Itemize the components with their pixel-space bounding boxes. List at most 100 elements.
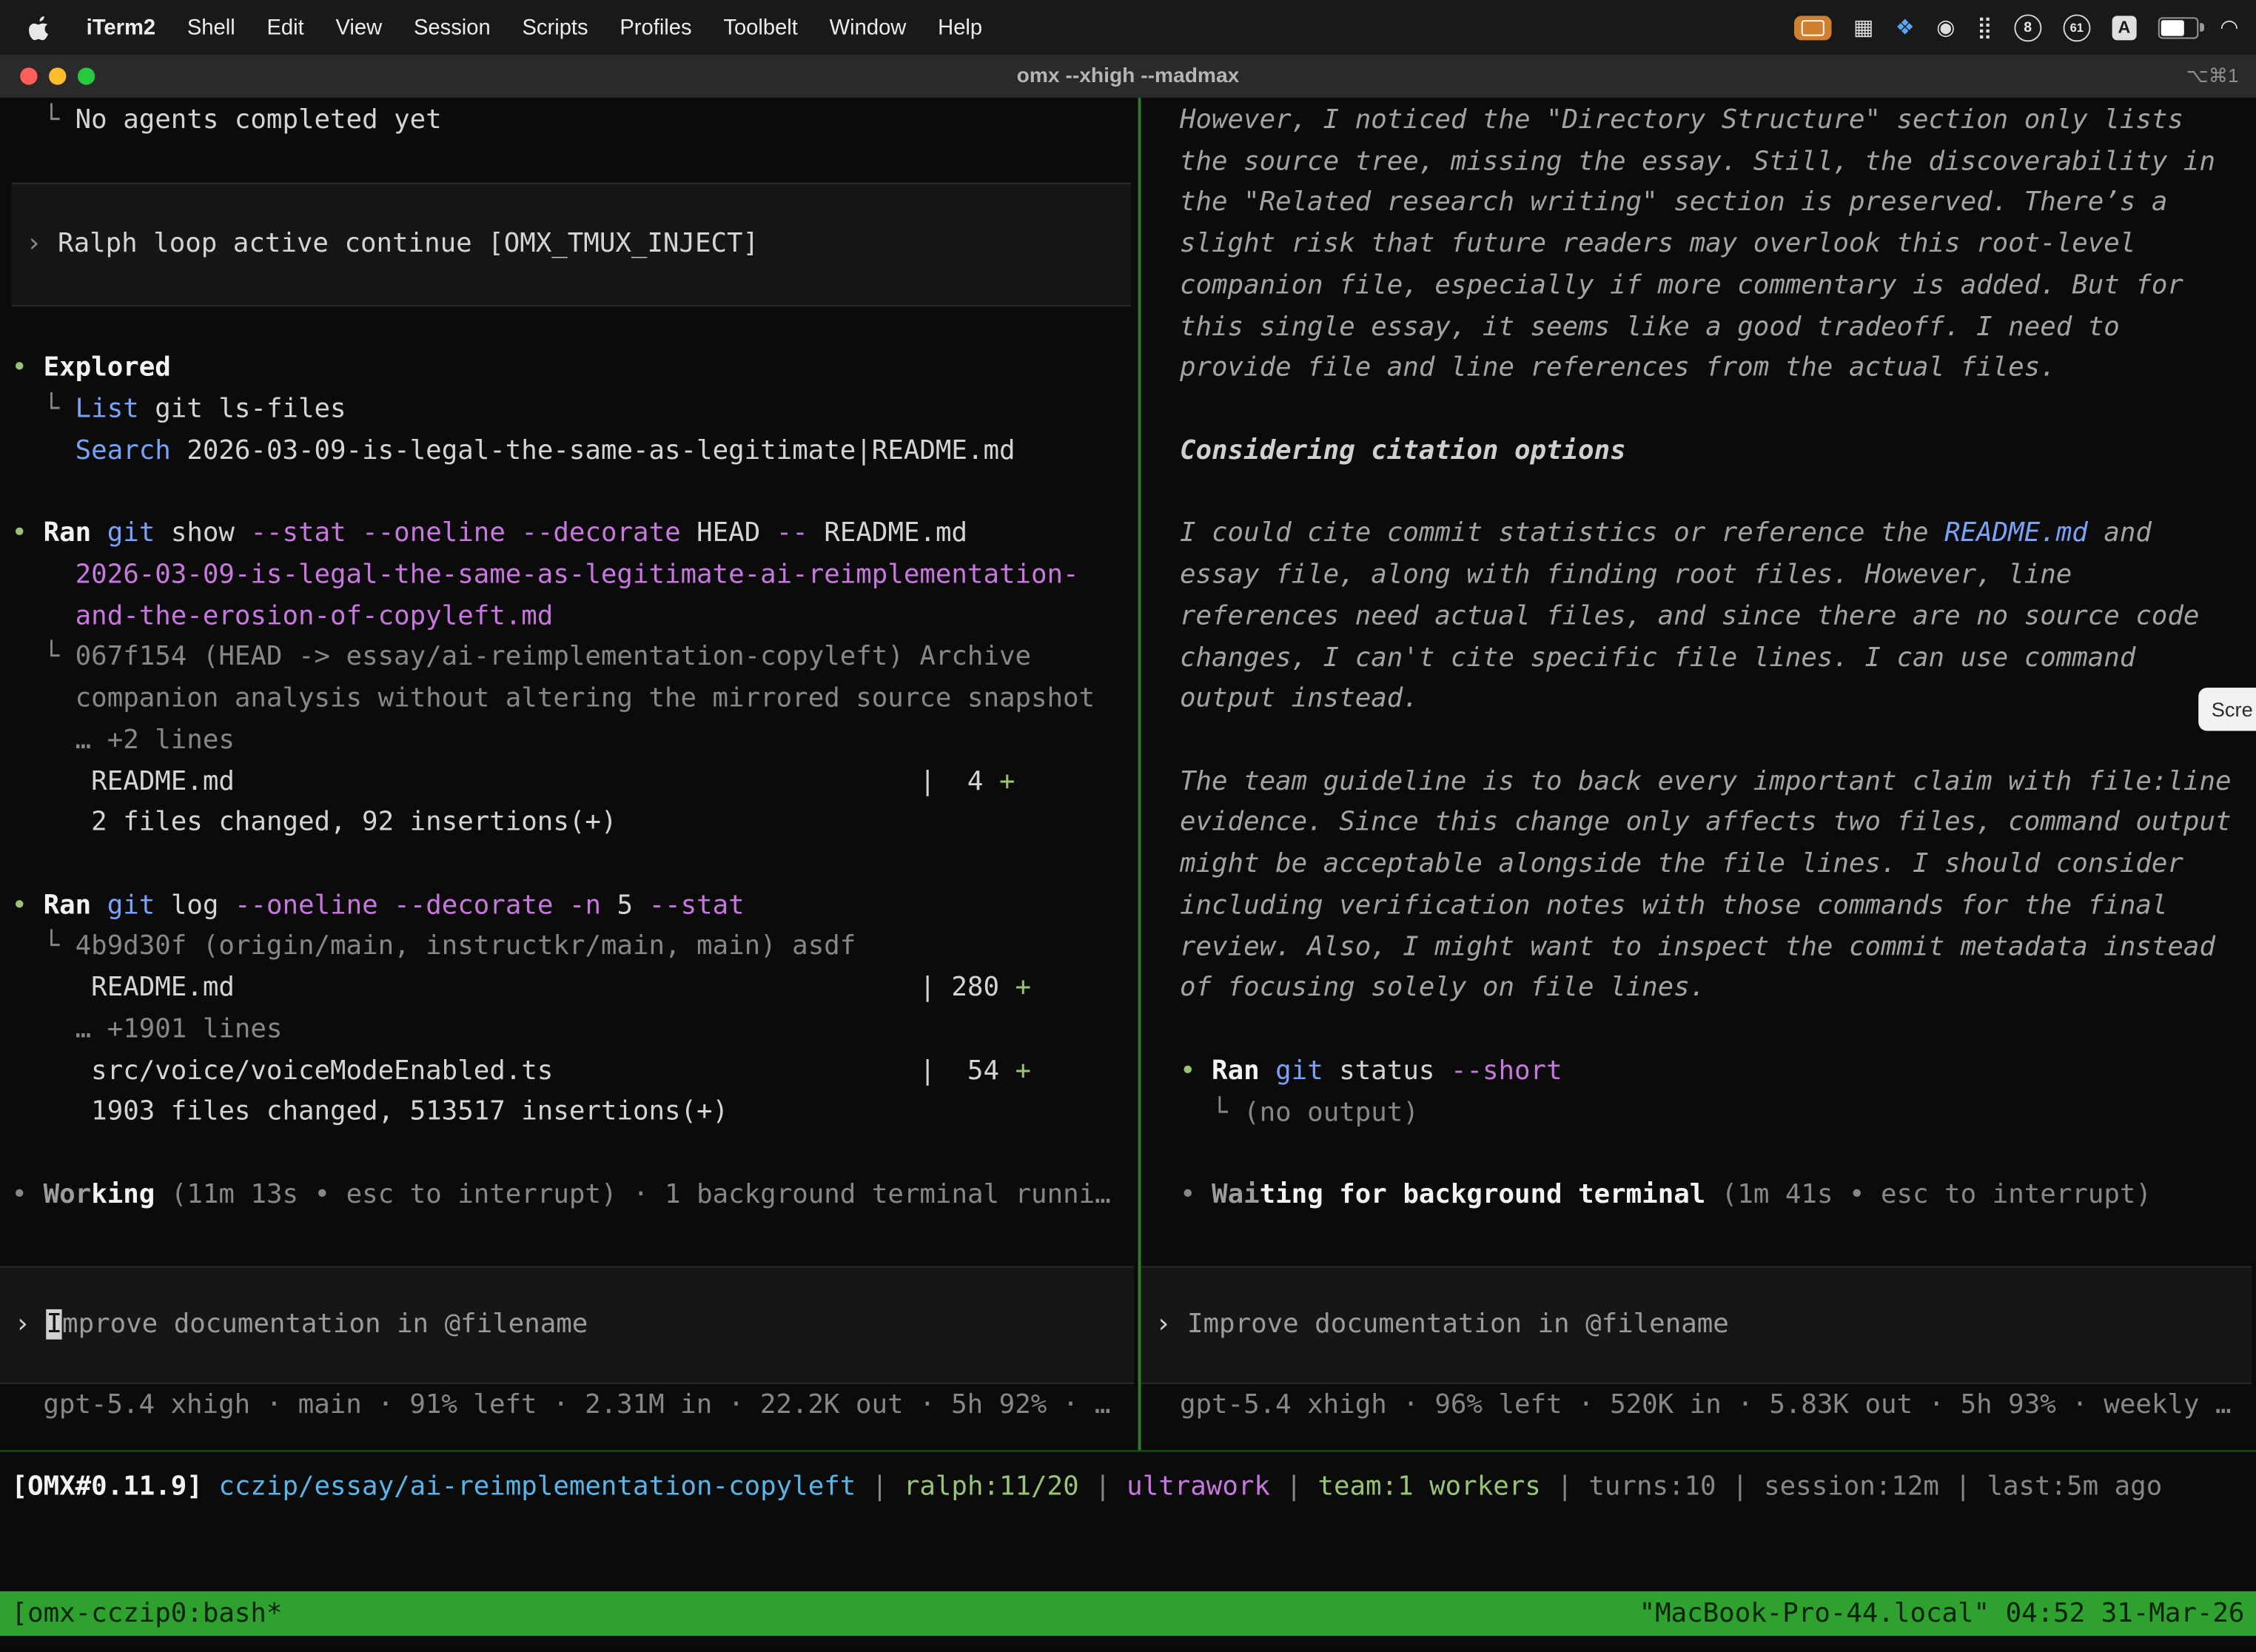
tmux-session-label: [omx-cczip0:bash* (12, 1599, 283, 1629)
terminal-line: including verification notes with those … (1180, 886, 2256, 927)
keyboard-grid-icon[interactable]: ▦ (1853, 16, 1874, 38)
prompt-input-right-text: › Improve documentation in @filename (1155, 1304, 1729, 1346)
terminal-line: └ 4b9d30f (origin/main, instructkr/main,… (12, 927, 1138, 969)
menu-item-edit[interactable]: Edit (251, 15, 320, 39)
menu-bar-status-icons: ▦ ❖ ◉ ⣿ 8 61 A ◠ (1794, 13, 2238, 41)
menu-item-session[interactable]: Session (398, 15, 507, 39)
terminal-line: and-the-erosion-of-copyleft.md (12, 597, 1138, 638)
terminal-line: review. Also, I might want to inspect th… (1180, 927, 2256, 969)
battery-percent-badge[interactable]: 61 (2063, 13, 2090, 41)
terminal-line: Search 2026-03-09-is-legal-the-same-as-l… (12, 432, 1138, 473)
window-title-bar: omx --xhigh --madmax ⌥⌘1 (0, 55, 2256, 98)
terminal-line: changes, I can't cite specific file line… (1180, 638, 2256, 679)
terminal-line: [OMX#0.11.9] cczip/essay/ai-reimplementa… (12, 1468, 2163, 1509)
terminal-line: output instead. (1180, 679, 2256, 721)
screen-recording-glyph (1802, 19, 1824, 35)
terminal-line (1180, 1134, 2256, 1175)
terminal-line: • Explored (12, 349, 1138, 390)
terminal-line: • Working (11m 13s • esc to interrupt) ·… (12, 1175, 1138, 1217)
wifi-icon[interactable]: ◠ (2220, 16, 2238, 38)
screen-sharing-button[interactable]: Scre (2198, 688, 2256, 731)
terminal-line: gpt-5.4 xhigh · main · 91% left · 2.31M … (43, 1386, 1138, 1427)
terminal-line: • Waiting for background terminal (1m 41… (1180, 1175, 2256, 1217)
terminal-line: └ No agents completed yet (12, 101, 1138, 142)
terminal-line: references need actual files, and since … (1180, 597, 2256, 638)
model-status-left: gpt-5.4 xhigh · main · 91% left · 2.31M … (0, 1386, 1138, 1427)
menu-item-view[interactable]: View (320, 15, 397, 39)
terminal-line: └ 067f154 (HEAD -> essay/ai-reimplementa… (12, 638, 1138, 679)
terminal-line: src/voice/voiceModeEnabled.ts | 54 + (12, 1051, 1138, 1092)
terminal-line: companion file, especially if more comme… (1180, 266, 2256, 307)
eight-ball-icon[interactable]: 8 (2014, 13, 2041, 41)
prompt-input-left-text: › Improve documentation in @filename (14, 1304, 588, 1346)
screen-recording-indicator[interactable] (1794, 15, 1832, 39)
menu-item-shell[interactable]: Shell (171, 15, 251, 39)
omx-status-bar: [OMX#0.11.9] cczip/essay/ai-reimplementa… (0, 1450, 2256, 1525)
terminal-pane-right[interactable]: However, I noticed the "Directory Struct… (1141, 98, 2256, 1450)
tmux-status-bar: [omx-cczip0:bash* "MacBook-Pro-44.local"… (0, 1591, 2256, 1636)
menu-item-scripts[interactable]: Scripts (506, 15, 604, 39)
terminal-line: essay file, along with finding root file… (1180, 555, 2256, 597)
terminal-line: › Ralph loop active continue [OMX_TMUX_I… (26, 224, 759, 266)
pane-right-body-lines: However, I noticed the "Directory Struct… (1180, 101, 2256, 1217)
input-source-icon[interactable]: A (2112, 15, 2136, 39)
terminal-line: └ (no output) (1180, 1093, 2256, 1135)
terminal-line: Considering citation options (1180, 432, 2256, 473)
menu-item-window[interactable]: Window (813, 15, 921, 39)
app-circle-icon[interactable]: ◉ (1936, 16, 1955, 38)
terminal-line: I could cite commit statistics or refere… (1180, 514, 2256, 556)
menu-item-help[interactable]: Help (922, 15, 998, 39)
battery-icon[interactable] (2158, 16, 2198, 38)
terminal-line (12, 845, 1138, 886)
terminal-line: evidence. Since this change only affects… (1180, 804, 2256, 845)
terminal-line: 2026-03-09-is-legal-the-same-as-legitima… (12, 555, 1138, 597)
terminal-line: might be acceptable alongside the file l… (1180, 845, 2256, 886)
pane-left-top-lines: └ No agents completed yet (12, 101, 1138, 184)
menu-bar-menus: iTerm2 Shell Edit View Session Scripts P… (20, 15, 998, 39)
apple-menu-icon[interactable] (20, 15, 58, 39)
terminal-line (12, 307, 1138, 349)
model-status-left-text: gpt-5.4 xhigh · main · 91% left · 2.31M … (43, 1386, 1138, 1427)
battery-fill (2161, 19, 2183, 35)
ralph-loop-banner: › Ralph loop active continue [OMX_TMUX_I… (12, 184, 1131, 307)
terminal-line: the "Related research writing" section i… (1180, 184, 2256, 225)
menu-item-iterm2[interactable]: iTerm2 (70, 15, 171, 39)
terminal-line: companion analysis without altering the … (12, 679, 1138, 721)
pane-left-body-lines: • Explored └ List git ls-files Search 20… (12, 307, 1138, 1217)
screen: iTerm2 Shell Edit View Session Scripts P… (0, 0, 2256, 1652)
terminal-line: • Ran git status --short (1180, 1052, 2256, 1093)
tmux-host-time: "MacBook-Pro-44.local" 04:52 31-Mar-26 (1639, 1599, 2245, 1629)
terminal-line: gpt-5.4 xhigh · 96% left · 520K in · 5.8… (1180, 1386, 2256, 1427)
menu-item-toolbelt[interactable]: Toolbelt (708, 15, 813, 39)
terminal-line: the source tree, missing the essay. Stil… (1180, 142, 2256, 184)
terminal-line: provide file and line references from th… (1180, 349, 2256, 390)
terminal-line: › Improve documentation in @filename (1155, 1304, 1729, 1346)
terminal-line (12, 142, 1138, 184)
terminal-line: • Ran git log --oneline --decorate -n 5 … (12, 886, 1138, 927)
terminal-line: this single essay, it seems like a good … (1180, 307, 2256, 349)
terminal-line: 2 files changed, 92 insertions(+) (12, 803, 1138, 845)
prompt-input-left[interactable]: › Improve documentation in @filename (0, 1266, 1134, 1384)
terminal-line (12, 1134, 1138, 1175)
terminal-line: README.md | 280 + (12, 969, 1138, 1010)
terminal-line (1180, 1010, 2256, 1052)
dots-grid-icon[interactable]: ⣿ (1977, 16, 1993, 38)
terminal-line (1180, 473, 2256, 514)
terminal-line: … +2 lines (12, 721, 1138, 762)
prompt-input-right[interactable]: › Improve documentation in @filename (1141, 1266, 2252, 1384)
terminal-line: └ List git ls-files (12, 390, 1138, 432)
menu-bar: iTerm2 Shell Edit View Session Scripts P… (0, 0, 2256, 55)
menu-item-profiles[interactable]: Profiles (604, 15, 708, 39)
window-shortcut: ⌥⌘1 (2186, 64, 2239, 87)
terminal-line: slight risk that future readers may over… (1180, 225, 2256, 266)
terminal-line (1180, 721, 2256, 762)
terminal-pane-left[interactable]: └ No agents completed yet › Ralph loop a… (0, 98, 1138, 1450)
terminal-line: However, I noticed the "Directory Struct… (1180, 101, 2256, 142)
terminal-line: 1903 files changed, 513517 insertions(+) (12, 1092, 1138, 1134)
terminal-line: • Ran git show --stat --oneline --decora… (12, 514, 1138, 555)
terminal-line (12, 472, 1138, 514)
window-title: omx --xhigh --madmax (0, 64, 2256, 87)
omx-status-line: [OMX#0.11.9] cczip/essay/ai-reimplementa… (12, 1468, 2163, 1509)
terminal-line: … +1901 lines (12, 1010, 1138, 1052)
launcher-icon[interactable]: ❖ (1896, 16, 1915, 38)
